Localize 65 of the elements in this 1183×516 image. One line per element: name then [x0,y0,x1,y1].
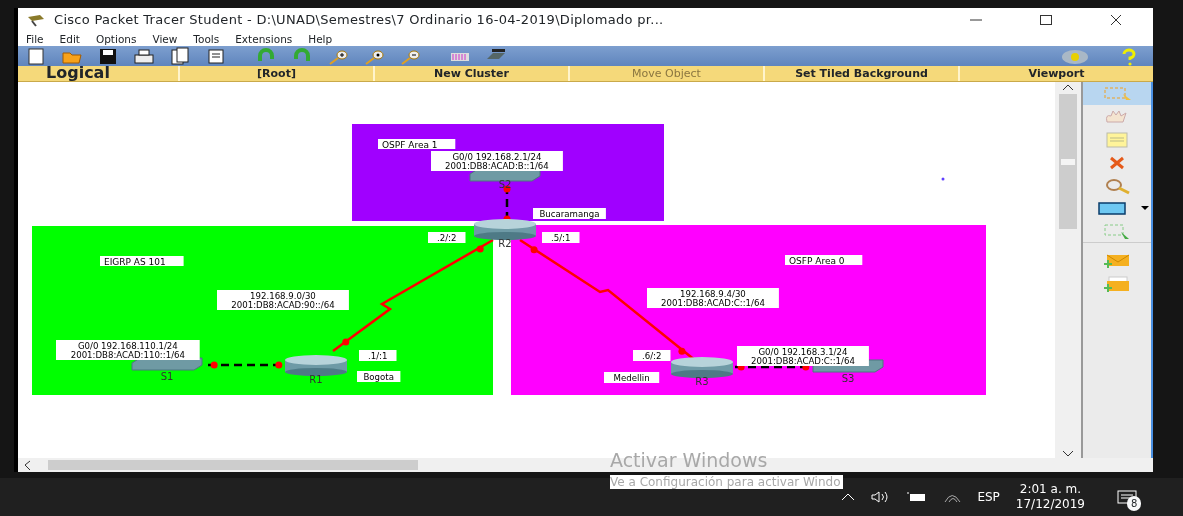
workspace-bar-button[interactable]: [Root] [178,66,373,81]
menu-item[interactable]: Options [95,32,137,46]
area-label: EIGRP AS 101 [100,256,184,267]
router-icon[interactable] [474,219,536,240]
router-icon[interactable] [671,357,733,378]
interface-label: Medellin [604,372,660,383]
app-logo-icon [26,13,46,27]
horizontal-scrollbar-thumb[interactable] [48,460,418,470]
canvas-dot [941,177,945,181]
chevron-up-icon[interactable] [841,493,856,501]
address-label: 192.168.9.0/30 2001:DB8:ACAD:90::/64 [217,290,349,310]
interface-label: .6/:2 [633,350,671,361]
zoom-in-icon[interactable] [328,47,348,65]
copy-icon[interactable] [170,47,190,65]
clock-time[interactable]: 2:01 a. m. [1015,482,1085,497]
workspace-bar-button[interactable]: New Cluster [373,66,568,81]
notification-count: 8 [1127,496,1142,511]
interface-label: .2/:2 [428,232,466,243]
interface-label: Bucaramanga [533,208,606,219]
device-name: S3 [841,373,855,384]
address-label: G0/0 192.168.2.1/24 2001:DB8:ACAD:B::1/64 [431,151,563,171]
device-name: R2 [498,238,512,249]
maximize-button[interactable] [1039,13,1053,27]
menu-item[interactable]: Extensions [235,32,293,46]
menu-item[interactable]: Help [308,32,333,46]
rectangle-icon [1097,199,1129,218]
workspace-tab[interactable]: Logical [46,63,110,82]
save-icon[interactable] [98,47,118,65]
help-icon[interactable] [1121,47,1137,66]
new-file-icon[interactable] [26,47,46,65]
device-name: S1 [160,371,174,382]
menu-item[interactable]: Tools [193,32,220,46]
workspace-bar-button[interactable]: Set Tiled Background [763,66,958,81]
address-label: G0/0 192.168.110.1/24 2001:DB8:ACAD:110::1/64 [56,340,200,360]
battery-icon[interactable] [907,492,928,502]
router-icon[interactable] [285,355,347,376]
close-button[interactable] [1109,13,1123,27]
select-tool-icon [1101,84,1133,103]
vertical-scrollbar-thumb[interactable] [1059,94,1077,229]
paste-icon[interactable] [206,47,226,65]
zoom-reset-icon[interactable] [364,47,384,65]
address-label: 192.168.9.4/30 2001:DB8:ACAD:C::1/64 [647,288,779,308]
area-label: OSFP Area 0 [785,255,863,266]
area-label: OSPF Area 1 [378,139,456,150]
activation-title: Activar Windows [610,448,769,473]
clock-date[interactable]: 17/12/2019 [1015,497,1085,512]
info-icon[interactable] [1061,48,1089,65]
device-name: R3 [695,376,709,387]
device-name: R1 [309,374,323,385]
menu-item[interactable]: File [26,32,44,46]
interface-label: .5/:1 [542,232,580,243]
notification-icon[interactable] [1117,489,1137,506]
language-indicator[interactable]: ESP [977,488,1000,506]
workspace-bar-button: Move Object [568,66,763,81]
menu-item[interactable]: Edit [59,32,80,46]
interface-label: .1/:1 [359,350,397,361]
caret-icon[interactable] [1141,206,1149,211]
zoom-out-icon[interactable] [400,47,420,65]
window-title: Cisco Packet Tracer Student - D:\UNAD\Semestres\7 Ordinario 16-04-2019\Diplomado pr... [54,11,664,30]
activation-message: Ve a Configuración para activar Windo [610,474,843,489]
menu-item[interactable]: View [152,32,178,46]
print-icon[interactable] [134,47,154,65]
interface-label: Bogota [357,371,401,382]
device-name: S2 [498,179,512,190]
address-label: G0/0 192.168.3.1/24 2001:DB8:ACAD:C::1/64 [737,346,869,366]
